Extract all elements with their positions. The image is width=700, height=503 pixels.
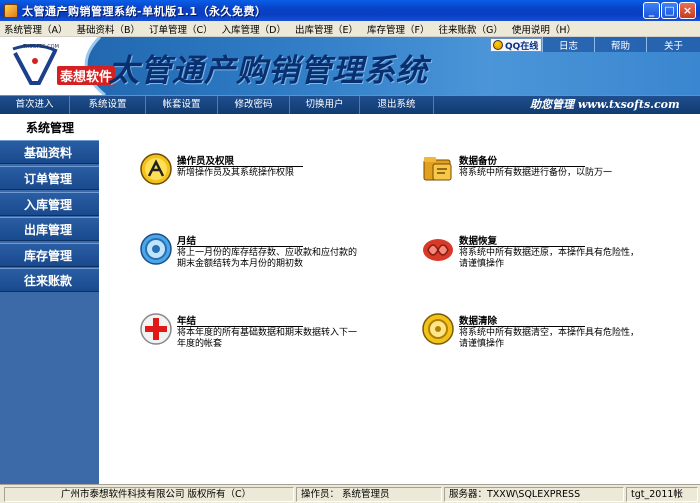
log-link[interactable]: 日志 bbox=[542, 37, 594, 52]
card-title: 数据清除 bbox=[459, 316, 498, 327]
card-month-end[interactable]: 月结 将上一月份的库存结存数、应收款和应付款的期末金额结转为本月份的期初数 bbox=[139, 232, 399, 284]
sidebar-item-basic-data[interactable]: 基础资料 bbox=[0, 140, 99, 164]
close-button[interactable]: × bbox=[679, 2, 696, 19]
status-company: 广州市泰想软件科技有限公司 版权所有（C） bbox=[4, 487, 294, 502]
card-operator-permissions[interactable]: 操作员及权限 新增操作员及其系统操作权限 bbox=[139, 152, 399, 204]
menu-system[interactable]: 系统管理（A） bbox=[4, 22, 68, 36]
qq-online-button[interactable]: QQ在线 bbox=[490, 38, 542, 52]
card-description: 将上一月份的库存结存数、应收款和应付款的期末金额结转为本月份的期初数 bbox=[177, 248, 358, 269]
card-divider bbox=[177, 326, 303, 327]
app-icon bbox=[4, 3, 18, 18]
qq-label: QQ在线 bbox=[505, 41, 539, 52]
year-end-icon bbox=[140, 313, 172, 345]
card-divider bbox=[459, 166, 585, 167]
card-description: 将系统中所有数据进行备份，以防万一 bbox=[459, 168, 613, 178]
about-link[interactable]: 关于 bbox=[646, 37, 700, 52]
company-logo: TXSOFTS.COM 泰想软件 bbox=[5, 39, 116, 92]
menu-help[interactable]: 使用说明（H） bbox=[512, 22, 576, 36]
menu-orders[interactable]: 订单管理（C） bbox=[149, 22, 213, 36]
nav-slogan: 助您管理 www.txsofts.com bbox=[530, 98, 680, 111]
sidebar-item-orders[interactable]: 订单管理 bbox=[0, 166, 99, 190]
card-title: 月结 bbox=[177, 236, 197, 247]
card-title: 数据恢复 bbox=[459, 236, 498, 247]
logo-url: TXSOFTS.COM bbox=[23, 44, 59, 50]
sidebar-item-stock-out[interactable]: 出库管理 bbox=[0, 217, 99, 241]
help-link[interactable]: 帮助 bbox=[594, 37, 646, 52]
nav-bar: 首次进入 系统设置 帐套设置 修改密码 切换用户 退出系统 助您管理 www.t… bbox=[0, 95, 700, 115]
menu-bar: 系统管理（A） 基础资料（B） 订单管理（C） 入库管理（D） 出库管理（E） … bbox=[0, 21, 700, 37]
card-description: 将本年度的所有基础数据和期末数据转入下一年度的帐套 bbox=[177, 328, 358, 349]
nav-account-settings[interactable]: 帐套设置 bbox=[146, 95, 218, 115]
card-divider bbox=[459, 246, 585, 247]
menu-stock-in[interactable]: 入库管理（D） bbox=[222, 22, 286, 36]
restore-icon bbox=[423, 239, 453, 261]
app-window: 太管通产购销管理系统-单机版1.1（永久免费） _ □ × 系统管理（A） 基础… bbox=[0, 0, 700, 503]
status-bar: 广州市泰想软件科技有限公司 版权所有（C） 操作员： 系统管理员 服务器：TXX… bbox=[0, 484, 700, 503]
card-description: 将系统中所有数据还原，本操作具有危险性，请谨慎操作 bbox=[459, 248, 640, 269]
minimize-button[interactable]: _ bbox=[643, 2, 660, 19]
maximize-button[interactable]: □ bbox=[661, 2, 678, 19]
main-panel: 操作员及权限 新增操作员及其系统操作权限 数据备份 将系统中所有数据进行备份，以… bbox=[99, 114, 700, 484]
key-user-icon bbox=[140, 153, 172, 185]
card-description: 将系统中所有数据清空，本操作具有危险性，请谨慎操作 bbox=[459, 328, 640, 349]
status-account-set: tgt_2011帐 bbox=[626, 487, 698, 502]
sidebar-title[interactable]: 系统管理 bbox=[0, 114, 99, 140]
card-description: 新增操作员及其系统操作权限 bbox=[177, 168, 295, 178]
card-title: 操作员及权限 bbox=[177, 156, 235, 167]
app-heading: 太管通产购销管理系统 bbox=[108, 53, 428, 89]
sidebar-item-stock-in[interactable]: 入库管理 bbox=[0, 192, 99, 216]
nav-change-password[interactable]: 修改密码 bbox=[218, 95, 290, 115]
card-divider bbox=[177, 166, 303, 167]
month-end-icon bbox=[140, 233, 172, 265]
card-title: 数据备份 bbox=[459, 156, 498, 167]
status-operator: 操作员： 系统管理员 bbox=[296, 487, 442, 502]
card-data-clear[interactable]: 数据清除 将系统中所有数据清空，本操作具有危险性，请谨慎操作 bbox=[421, 312, 681, 364]
backup-folder-icon bbox=[423, 157, 452, 181]
header-banner: TXSOFTS.COM 泰想软件 太管通产购销管理系统 QQ在线 日志 帮助 关… bbox=[0, 37, 700, 95]
menu-basic-data[interactable]: 基础资料（B） bbox=[77, 22, 141, 36]
window-title: 太管通产购销管理系统-单机版1.1（永久免费） bbox=[22, 4, 267, 18]
card-year-end[interactable]: 年结 将本年度的所有基础数据和期末数据转入下一年度的帐套 bbox=[139, 312, 399, 364]
nav-switch-user[interactable]: 切换用户 bbox=[290, 95, 360, 115]
card-data-backup[interactable]: 数据备份 将系统中所有数据进行备份，以防万一 bbox=[421, 152, 681, 204]
menu-stock-out[interactable]: 出库管理（E） bbox=[295, 22, 358, 36]
qq-penguin-icon bbox=[493, 40, 503, 50]
nav-exit-system[interactable]: 退出系统 bbox=[360, 95, 434, 115]
card-divider bbox=[459, 326, 585, 327]
card-data-restore[interactable]: 数据恢复 将系统中所有数据还原，本操作具有危险性，请谨慎操作 bbox=[421, 232, 681, 284]
menu-inventory[interactable]: 库存管理（F） bbox=[367, 22, 429, 36]
clear-data-icon bbox=[422, 313, 454, 345]
status-server: 服务器：TXXW\SQLEXPRESS bbox=[444, 487, 624, 502]
nav-system-settings[interactable]: 系统设置 bbox=[70, 95, 146, 115]
logo-text: 泰想软件 bbox=[57, 66, 116, 85]
sidebar-item-inventory[interactable]: 库存管理 bbox=[0, 243, 99, 267]
nav-first-entry[interactable]: 首次进入 bbox=[0, 95, 70, 115]
menu-accounts[interactable]: 往来账款（G） bbox=[438, 22, 502, 36]
sidebar-item-accounts[interactable]: 往来账款 bbox=[0, 268, 99, 292]
title-bar: 太管通产购销管理系统-单机版1.1（永久免费） _ □ × bbox=[0, 0, 700, 21]
sidebar: 系统管理 基础资料 订单管理 入库管理 出库管理 库存管理 往来账款 bbox=[0, 114, 99, 484]
card-title: 年结 bbox=[177, 316, 197, 327]
card-divider bbox=[177, 246, 303, 247]
